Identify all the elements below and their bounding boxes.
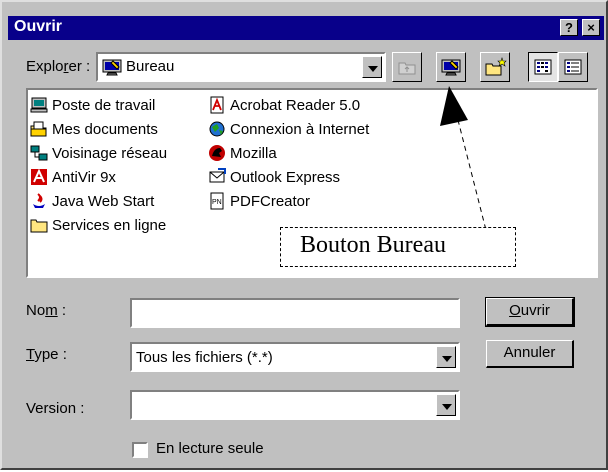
name-label: Nom :: [26, 302, 67, 319]
readonly-label: En lecture seule: [156, 440, 264, 457]
type-label: Type :: [26, 346, 67, 363]
version-label: Version :: [26, 400, 85, 417]
version-combobox[interactable]: [130, 390, 460, 420]
name-input[interactable]: [130, 298, 460, 328]
readonly-checkbox[interactable]: [132, 442, 148, 458]
cancel-button[interactable]: Annuler: [486, 340, 574, 368]
type-value: Tous les fichiers (*.*): [136, 349, 273, 366]
chevron-down-icon: [442, 356, 452, 362]
annotation-label: Bouton Bureau: [300, 232, 446, 258]
type-combobox[interactable]: Tous les fichiers (*.*): [130, 342, 460, 372]
chevron-down-icon: [442, 404, 452, 410]
type-dropdown-button[interactable]: [436, 346, 456, 368]
version-dropdown-button[interactable]: [436, 394, 456, 416]
open-button[interactable]: Ouvrir: [485, 297, 575, 327]
open-dialog: Ouvrir ? × Explorer : Bureau Poste de tr…: [0, 0, 608, 470]
